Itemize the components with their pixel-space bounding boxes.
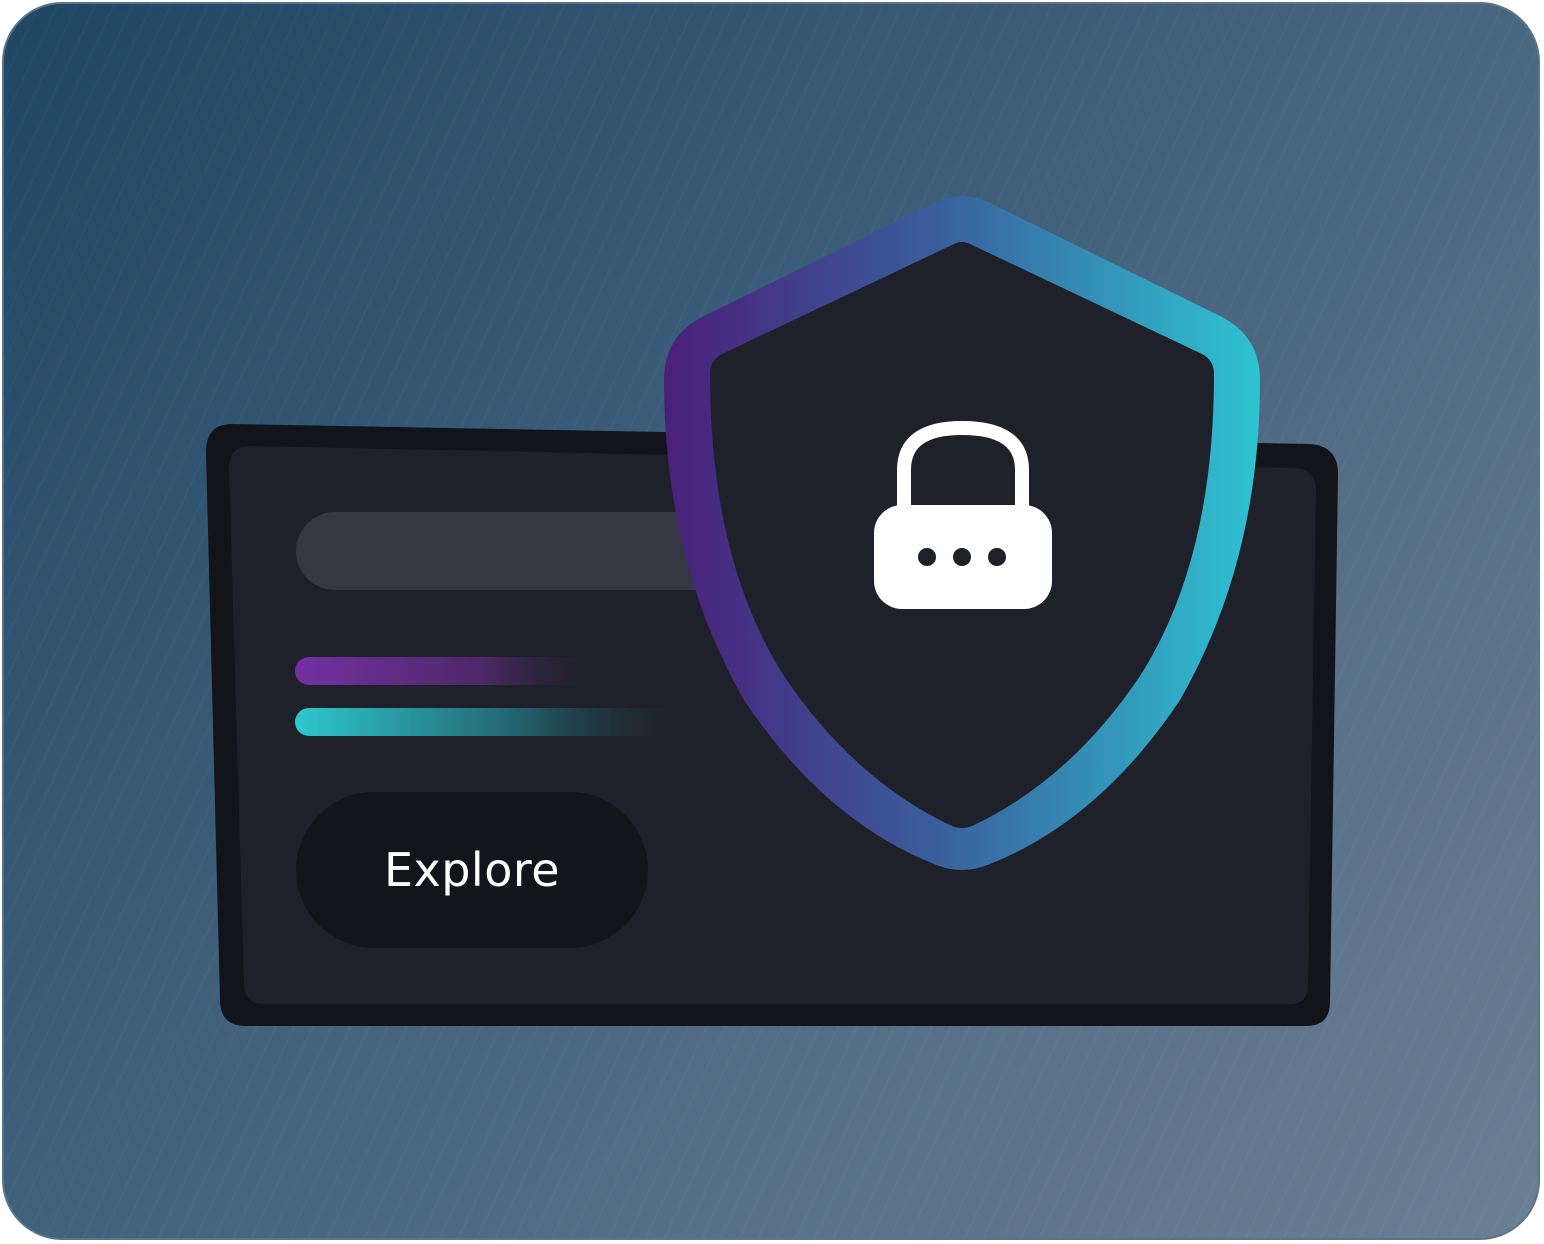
purple-line [295,657,610,685]
explore-button[interactable]: Explore [296,792,648,948]
illustration-stage: Explore [0,0,1544,1244]
security-illustration [206,196,1338,1026]
cyan-line [295,708,700,736]
placeholder-bar [296,512,736,590]
